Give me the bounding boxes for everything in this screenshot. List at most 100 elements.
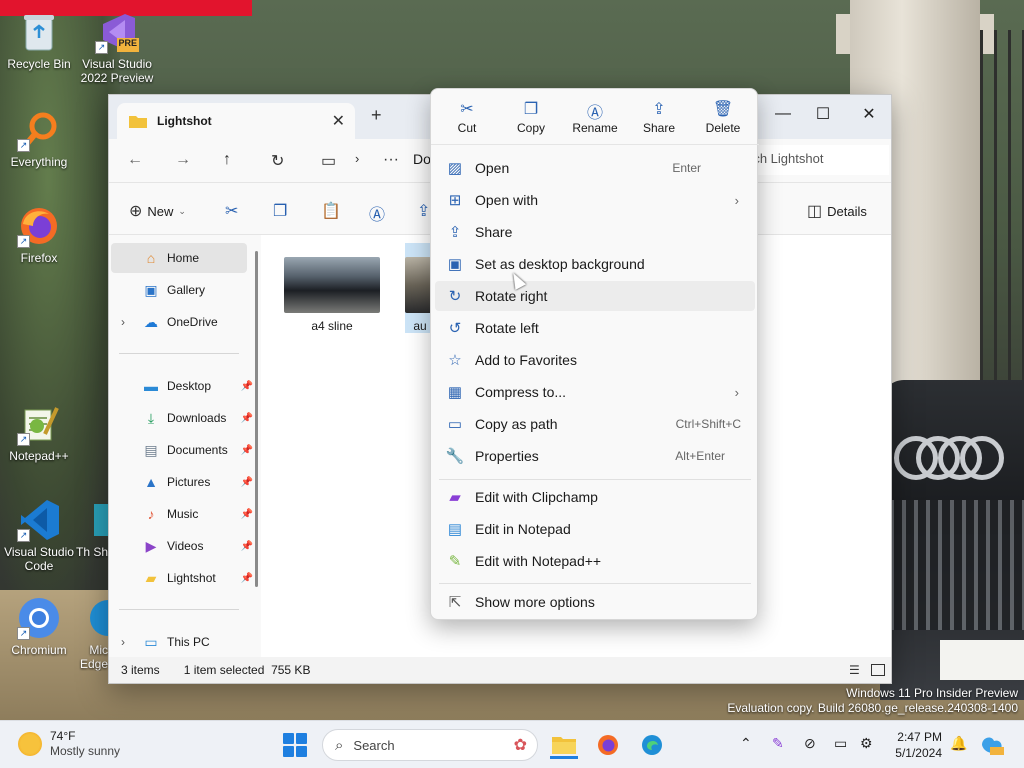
monitor-icon[interactable]: ▭: [321, 151, 336, 171]
menu-item-rotate-left[interactable]: ↺ Rotate left: [435, 313, 755, 343]
sidebar-item-label: Desktop: [167, 379, 212, 393]
share-toolbar-button[interactable]: ⇪: [417, 201, 430, 221]
pin-icon[interactable]: 📌: [241, 573, 253, 584]
file-item[interactable]: a4 sline: [283, 257, 381, 333]
desktop-icon-chromium[interactable]: ↗ Chromium: [0, 596, 78, 657]
home-icon: ⌂: [146, 250, 156, 266]
sidebar-item-pictures[interactable]: ▲ Pictures 📌: [111, 467, 253, 497]
cut-button[interactable]: ✂ Cut: [437, 99, 497, 144]
pen-icon[interactable]: ✎: [772, 735, 784, 752]
menu-item-show-more-options[interactable]: ⇱ Show more options: [435, 587, 755, 617]
weather-widget[interactable]: 74°F Mostly sunny: [18, 729, 120, 759]
pin-icon[interactable]: 📌: [241, 541, 253, 552]
minimize-button[interactable]: —: [761, 99, 805, 129]
delete-button[interactable]: 🗑 Delete: [693, 99, 753, 144]
tab-lightshot[interactable]: Lightshot ✕: [117, 103, 355, 139]
menu-item-share[interactable]: ⇪ Share: [435, 217, 755, 247]
taskbar-search[interactable]: ⌕ Search ✿: [322, 729, 538, 761]
clock-date: 5/1/2024: [895, 746, 942, 760]
menu-item-set-background[interactable]: ▣ Set as desktop background: [435, 249, 755, 279]
menu-item-copy-path[interactable]: ▭ Copy as path Ctrl+Shift+C: [435, 409, 755, 439]
new-button[interactable]: ⊕ New ⌄: [129, 201, 186, 221]
back-arrow-icon[interactable]: ←: [127, 151, 143, 169]
desktop-icon-partial-app[interactable]: Th Sh: [72, 498, 108, 559]
menu-item-edit-notepad-plus-plus[interactable]: ✎ Edit with Notepad++: [435, 546, 755, 576]
pin-icon[interactable]: 📌: [241, 381, 253, 392]
menu-item-open[interactable]: ▨ Open Enter: [435, 153, 755, 183]
network-off-icon[interactable]: ⊘: [804, 735, 816, 752]
sidebar-item-gallery[interactable]: ▣ Gallery: [111, 275, 247, 305]
chevron-right-icon[interactable]: ›: [121, 315, 125, 329]
menu-shortcut: Ctrl+Shift+C: [675, 417, 741, 431]
settings-icon[interactable]: ⚙: [860, 735, 873, 752]
videos-icon: ▶: [145, 537, 157, 554]
sidebar-item-videos[interactable]: ▶ Videos 📌: [111, 531, 253, 561]
forward-arrow-icon[interactable]: →: [175, 151, 191, 169]
display-icon[interactable]: ▭: [834, 735, 847, 752]
details-view-icon[interactable]: ☰: [849, 663, 860, 677]
paste-toolbar-button[interactable]: 📋: [321, 201, 341, 221]
menu-item-open-with[interactable]: ⊞ Open with ›: [435, 185, 755, 215]
pin-icon[interactable]: 📌: [241, 509, 253, 520]
sidebar-item-home[interactable]: ⌂ Home: [111, 243, 247, 273]
copy-toolbar-button[interactable]: ❐: [273, 201, 287, 221]
tiles-view-icon[interactable]: [871, 664, 885, 676]
desktop-icon-label: Visual Studio 2022 Preview: [80, 57, 154, 85]
weather-description: Mostly sunny: [50, 744, 121, 758]
maximize-button[interactable]: ☐: [801, 99, 845, 129]
pin-icon[interactable]: 📌: [241, 445, 253, 456]
more-breadcrumbs-button[interactable]: ···: [383, 151, 399, 169]
sidebar-item-documents[interactable]: ▤ Documents 📌: [111, 435, 253, 465]
sidebar-item-downloads[interactable]: ⤓ Downloads 📌: [111, 403, 253, 433]
pin-icon[interactable]: 📌: [241, 413, 253, 424]
details-button[interactable]: ◫ Details: [807, 201, 867, 221]
sidebar-item-onedrive[interactable]: › ☁ OneDrive: [111, 307, 247, 337]
new-tab-button[interactable]: +: [371, 105, 382, 126]
wallpaper-car-grille: [890, 500, 1024, 630]
menu-item-edit-notepad[interactable]: ▤ Edit in Notepad: [435, 514, 755, 544]
cut-toolbar-button[interactable]: ✂: [225, 201, 238, 221]
system-clock[interactable]: 2:47 PM 5/1/2024: [890, 729, 942, 761]
desktop-icon-notepad-plus-plus[interactable]: ↗ Notepad++: [0, 402, 78, 463]
copy-button[interactable]: ❐ Copy: [501, 99, 561, 144]
rename-button[interactable]: Ⓐ Rename: [565, 99, 625, 144]
file-explorer-taskbar-icon[interactable]: [550, 731, 578, 759]
chevron-right-icon[interactable]: ›: [121, 635, 125, 649]
trash-icon: 🗑: [712, 101, 734, 118]
start-button[interactable]: [283, 733, 307, 757]
up-arrow-icon[interactable]: ↑: [223, 151, 231, 169]
evaluation-watermark: Windows 11 Pro Insider Preview Evaluatio…: [727, 686, 1018, 716]
close-window-button[interactable]: ✕: [847, 99, 891, 129]
windows-logo-icon: [296, 733, 307, 744]
gallery-icon: ▣: [144, 281, 158, 298]
desktop-icon-visual-studio-preview[interactable]: PRE ↗ Visual Studio 2022 Preview: [78, 10, 156, 85]
desktop-icon-recycle-bin[interactable]: Recycle Bin: [0, 10, 78, 71]
breadcrumb[interactable]: Do: [413, 151, 431, 167]
desktop-icon-vscode[interactable]: ↗ Visual Studio Code: [0, 498, 78, 573]
menu-item-properties[interactable]: 🔧 Properties Alt+Enter: [435, 441, 755, 471]
share-button[interactable]: ⇪ Share: [629, 99, 689, 144]
sidebar-item-lightshot[interactable]: ▰ Lightshot 📌: [111, 563, 253, 593]
menu-item-add-favorites[interactable]: ☆ Add to Favorites: [435, 345, 755, 375]
menu-item-edit-clipchamp[interactable]: ▰ Edit with Clipchamp: [435, 482, 755, 512]
sidebar-scrollbar[interactable]: [255, 251, 258, 587]
edge-taskbar-icon[interactable]: [638, 731, 666, 759]
copilot-preview-icon[interactable]: [980, 735, 1004, 758]
chevron-up-icon[interactable]: ⌃: [740, 735, 752, 752]
firefox-taskbar-icon[interactable]: [594, 731, 622, 759]
rename-toolbar-button[interactable]: Ⓐ: [369, 201, 385, 225]
desktop-icon-everything[interactable]: ↗ Everything: [0, 108, 78, 169]
pin-icon[interactable]: 📌: [241, 477, 253, 488]
menu-item-compress[interactable]: ▦ Compress to... ›: [435, 377, 755, 407]
sidebar-item-desktop[interactable]: ▬ Desktop 📌: [111, 371, 253, 401]
sidebar-item-music[interactable]: ♪ Music 📌: [111, 499, 254, 529]
refresh-icon[interactable]: ↻: [271, 151, 284, 171]
search-input[interactable]: rch Lightshot: [739, 145, 889, 175]
menu-item-rotate-right[interactable]: ↻ Rotate right: [435, 281, 755, 311]
sidebar-item-label: Music: [167, 507, 199, 521]
close-tab-button[interactable]: ✕: [332, 111, 345, 131]
notification-bell-icon[interactable]: 🔔: [950, 735, 967, 752]
desktop-icon-firefox[interactable]: ↗ Firefox: [0, 204, 78, 265]
sidebar-item-this-pc[interactable]: › ▭ This PC: [111, 627, 247, 657]
desktop-icon-edge[interactable]: Mic Edge: [72, 596, 108, 671]
